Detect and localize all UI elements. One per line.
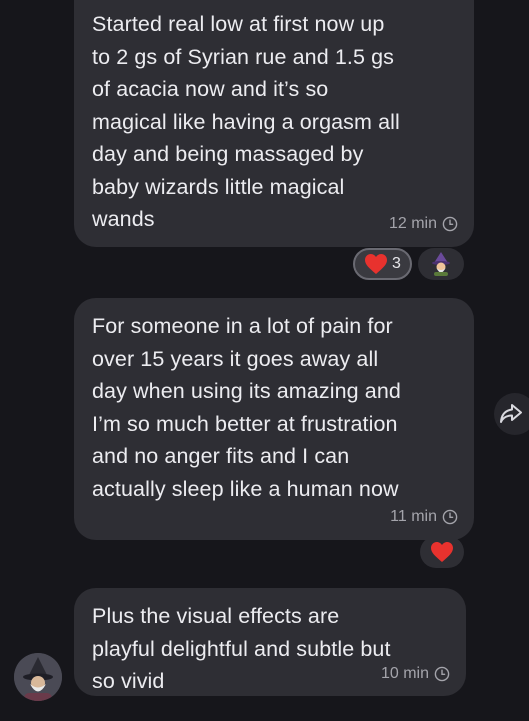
- message-text: For someone in a lot of pain for over 15…: [92, 314, 401, 501]
- message-bubble-2[interactable]: For someone in a lot of pain for over 15…: [74, 298, 474, 540]
- message-time: 10 min: [380, 665, 429, 682]
- clock-icon: [442, 216, 458, 232]
- message-meta: 11 min: [390, 508, 458, 526]
- share-icon: [500, 404, 522, 423]
- message-text: Started real low at first now up to 2 gs…: [92, 12, 400, 231]
- avatar[interactable]: [14, 653, 62, 701]
- clock-icon: [434, 666, 450, 682]
- message-bubble-1[interactable]: Started real low at first now up to 2 gs…: [74, 0, 474, 247]
- message-time: 11 min: [390, 508, 437, 525]
- reaction-count: 3: [392, 255, 401, 272]
- reaction-heart[interactable]: [420, 536, 464, 568]
- heart-icon: [365, 254, 388, 274]
- heart-icon: [431, 542, 453, 562]
- message-text: Plus the visual effects are playful deli…: [92, 604, 391, 693]
- wizard-avatar-icon: [14, 653, 62, 701]
- share-button[interactable]: [494, 393, 529, 435]
- message-meta: 12 min: [389, 215, 458, 233]
- mage-emoji-icon: [432, 252, 450, 276]
- message-meta: 10 min: [381, 665, 450, 683]
- clock-icon: [442, 509, 458, 525]
- message-time: 12 min: [388, 215, 437, 232]
- message-bubble-3[interactable]: Plus the visual effects are playful deli…: [74, 588, 466, 696]
- reaction-wizard[interactable]: [418, 248, 464, 280]
- reaction-heart-count[interactable]: 3: [353, 248, 412, 280]
